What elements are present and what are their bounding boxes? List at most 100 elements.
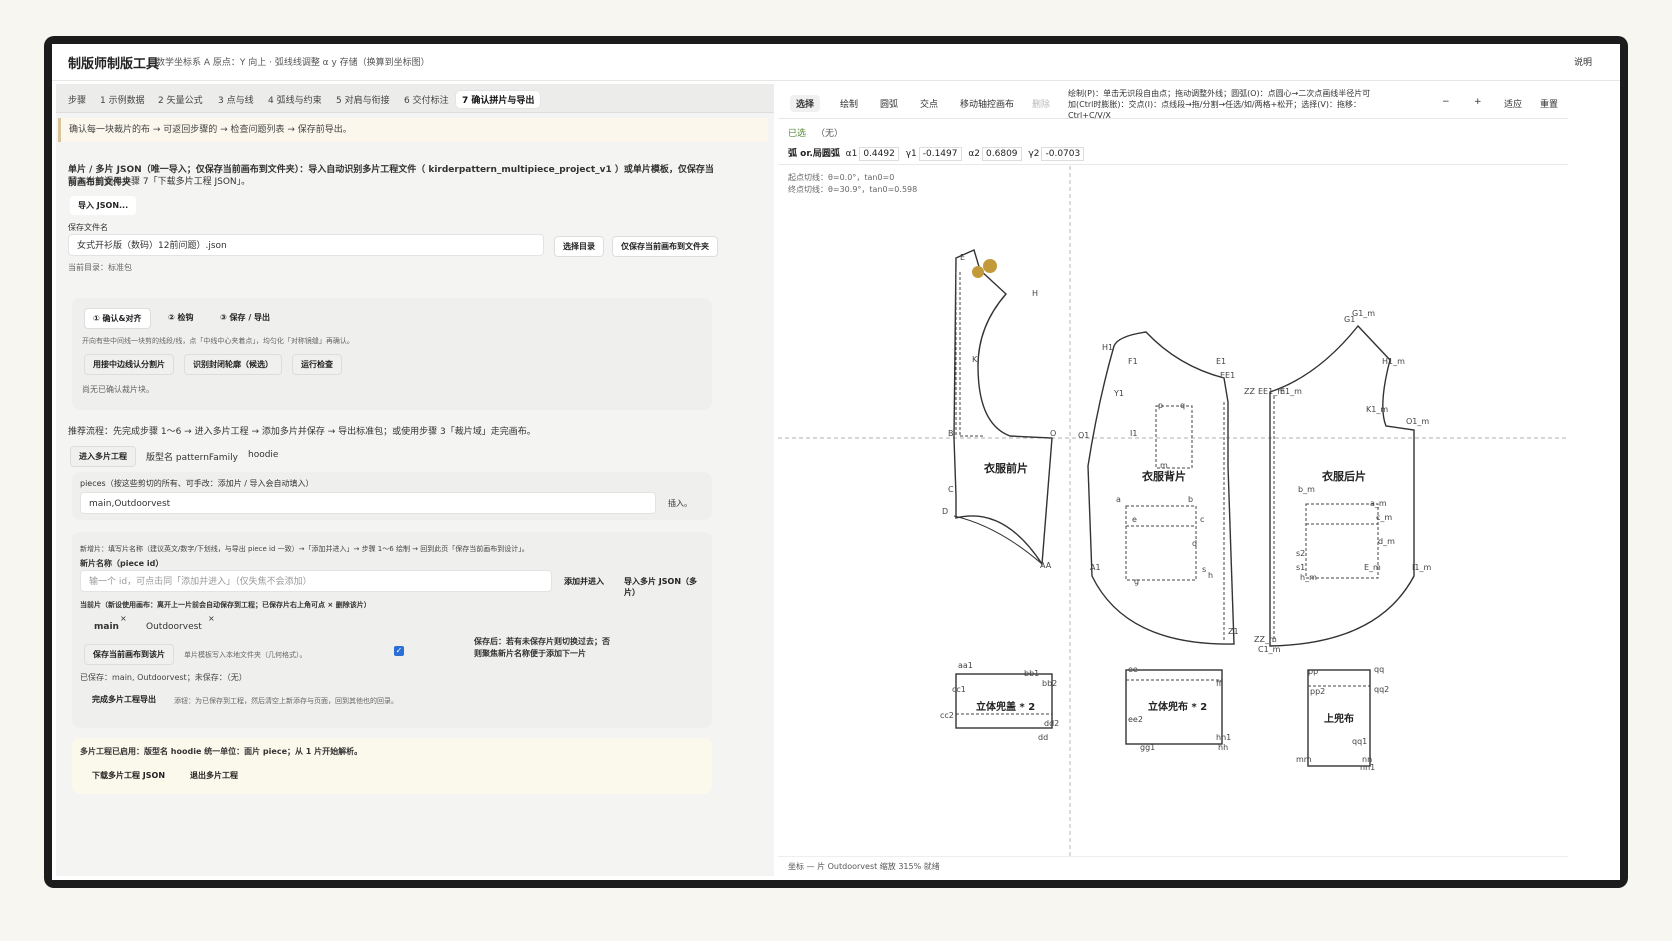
point-label-gg1: gg1 [1140,743,1155,752]
new-piece-input[interactable]: 输一个 id，可点击同「添加并进入」（仅失焦不会添加） [80,570,552,592]
point-label-nn1: nn1 [1360,763,1375,772]
detect-contour-button[interactable]: 识别封闭轮廓（候选） [184,354,282,375]
point-label-A1: A1 [1090,563,1101,572]
point-label-K1_m: K1_m [1366,405,1388,414]
point-label-mm: mm [1296,755,1312,764]
new-piece-card: 新增片：填写片名称（建议英文/数字/下划线，与导出 piece id 一致）→「… [72,532,712,728]
point-label-qq2: qq2 [1374,685,1389,694]
y1-label: γ1 [905,149,917,159]
back-guides [1125,402,1225,642]
template-hint: 单片模板写入本地文件夹（几何格式）。 [184,651,307,659]
point-label-I1: I1 [1130,429,1137,438]
y1-input[interactable]: -0.1497 [918,147,962,161]
chip-close-icon[interactable]: × [208,614,215,623]
save-canvas-to-piece-button[interactable]: 保存当前画布到该片 [84,644,174,665]
current-dir: 当前目录：标准包 [68,263,132,272]
tool-select[interactable]: 选择 [790,95,821,112]
toolbar-help: 绘制(P)：单击无识段自由点；拖动调整外线；圆弧(O)：点圆心→二次点画线半径片… [1068,89,1371,120]
exit-multipiece-button[interactable]: 退出多片工程 [182,766,246,785]
label-pocket-flap: 立体兜盖 * 2 [976,700,1035,713]
pattern-canvas[interactable]: 起点切线：θ=0.0°，tan0=0 终点切线：θ=30.9°，tan0=0.5… [778,166,1568,856]
finish-export-button[interactable]: 完成多片工程导出 [84,690,164,709]
save-folder-button[interactable]: 仅保存当前画布到文件夹 [612,236,718,257]
point-label-Z1: Z1 [1228,627,1239,636]
arc-label: 弧 or.局圆弧 [788,149,840,159]
tool-delete[interactable]: 删除 [1026,95,1056,112]
selected-label: 已选 [788,129,807,139]
piece-chip-main[interactable]: main [94,622,119,632]
multi-card: 多片工程已启用：版型名 hoodie 统一单位：面片 piece；从 1 片开始… [72,738,712,794]
point-label-ff: ff [1216,679,1222,688]
current-piece-label: 当前片（新设使用画布：离开上一片前会自动保存到工程；已保存片右上角可点 × 删除… [80,601,371,609]
save-warn: 保存后：若有未保存片则切换过去；否则聚焦新片名称便于添加下一片 [474,637,610,658]
pieces-input[interactable]: main,Outdoorvest [80,492,656,514]
insert-button[interactable]: 插入。 [668,498,692,509]
import-multi-json-button[interactable]: 导入多片 JSON（多片） [616,572,712,602]
add-enter-button[interactable]: 添加并进入 [556,572,612,591]
back-piece[interactable] [1087,331,1235,645]
back-mirror-piece[interactable] [1269,324,1415,647]
download-multi-json-button[interactable]: 下载多片工程 JSON [84,766,173,785]
tab-delivery[interactable]: 6 交付标注 [398,91,455,108]
json-intro-2: 写入当前调用步骤 7「下载多片工程 JSON」。 [68,177,251,187]
pocket-flap-piece[interactable] [955,673,1053,729]
tab-shoulder[interactable]: 5 对肩与衔接 [330,91,396,108]
confirm-step-2[interactable]: ② 检钩 [160,308,202,327]
piece-chip-outdoorvest[interactable]: Outdoorvest [146,622,202,632]
template-checkbox[interactable]: ✓ [394,646,404,656]
finish-hint: 添钮：为已保存到工程，然后清空上新添存与页面，回到其他也的回录。 [174,697,398,705]
a2-input[interactable]: 0.6809 [982,147,1022,161]
a2-label: α2 [968,149,981,159]
point-label-pp: pp [1308,667,1318,676]
tool-pan[interactable]: 移动轴控画布 [954,95,1020,112]
a1-input[interactable]: 0.4492 [859,147,899,161]
control-point-icon[interactable] [972,266,984,278]
enter-multipiece-button[interactable]: 进入多片工程 [70,446,136,467]
point-label-ZZ_m: ZZ_m [1254,635,1277,644]
tab-arcs-constraints[interactable]: 4 弧线与约束 [262,91,328,108]
flow-text: 推荐流程：先完成步骤 1～6 → 进入多片工程 → 添加多片并保存 → 导出标准… [68,427,536,437]
back-mirror-guides [1273,396,1379,642]
split-by-centerline-button[interactable]: 用接中边线认分割片 [84,354,174,375]
point-label-E_m: E_m [1364,563,1381,572]
family-input[interactable]: hoodie [240,444,328,466]
point-labels: EHKBCDOAAG1H1F1 E1EE1Y1I1p qma bcdeghsA1Z1Z… [940,253,1431,772]
pattern-drawing[interactable]: 衣服前片 衣服背片 衣服后片 立体兜盖 * 2 立体兜布 * 2 上兜布 EHK… [778,166,1568,856]
tab-steps[interactable]: 步骤 [62,91,92,108]
tab-points-lines[interactable]: 3 点与线 [212,91,260,108]
chip-close-icon[interactable]: × [120,614,127,623]
tool-arc[interactable]: 圆弧 [874,95,904,112]
tool-intersect[interactable]: 交点 [914,95,944,112]
control-point-icon[interactable] [983,259,997,273]
run-check-button[interactable]: 运行检查 [292,354,342,375]
label-front: 衣服前片 [984,461,1028,475]
help-link[interactable]: 说明 [1574,55,1592,68]
tool-draw[interactable]: 绘制 [834,95,864,112]
point-label-H1: H1 [1102,343,1113,352]
reset-button[interactable]: 重置 [1534,95,1564,112]
confirm-hint: 开向有些中间线一块剪的线段/线，点「中线中心夹着点」，均匀化「对称镜缝」再确认。 [82,337,354,345]
point-label-h: h [1208,571,1213,580]
confirm-step-3[interactable]: ③ 保存 / 导出 [212,308,278,327]
point-label-b_m: b_m [1298,485,1315,494]
point-label-O: O [1050,429,1056,438]
point-label-s1: s1 [1296,563,1305,572]
confirm-step-1[interactable]: ① 确认&对齐 [84,308,151,329]
label-pocket-bag: 立体兜布 * 2 [1148,700,1207,713]
choose-dir-button[interactable]: 选择目录 [554,236,604,257]
fit-button[interactable]: 适应 [1498,95,1528,112]
point-label-q: q [1180,401,1185,410]
point-label-bb1: bb1 [1024,669,1039,678]
tab-confirm-export[interactable]: 7 确认拼片与导出 [456,91,541,108]
tab-vector-formula[interactable]: 2 矢量公式 [152,91,209,108]
filename-input[interactable]: 女式开衫版（数码）12前问题）.json [68,234,544,256]
point-label-O1: O1 [1078,431,1089,440]
zoom-out-button[interactable]: − [1436,95,1456,109]
point-label-pp2: pp2 [1310,687,1325,696]
point-label-hh1: hh1 [1216,733,1231,742]
point-label-H1_m: H1_m [1382,357,1405,366]
zoom-in-button[interactable]: + [1468,95,1488,109]
tab-sample-data[interactable]: 1 示例数据 [94,91,151,108]
import-json-button[interactable]: 导入 JSON... [70,196,137,215]
y2-input[interactable]: -0.0703 [1041,147,1085,161]
